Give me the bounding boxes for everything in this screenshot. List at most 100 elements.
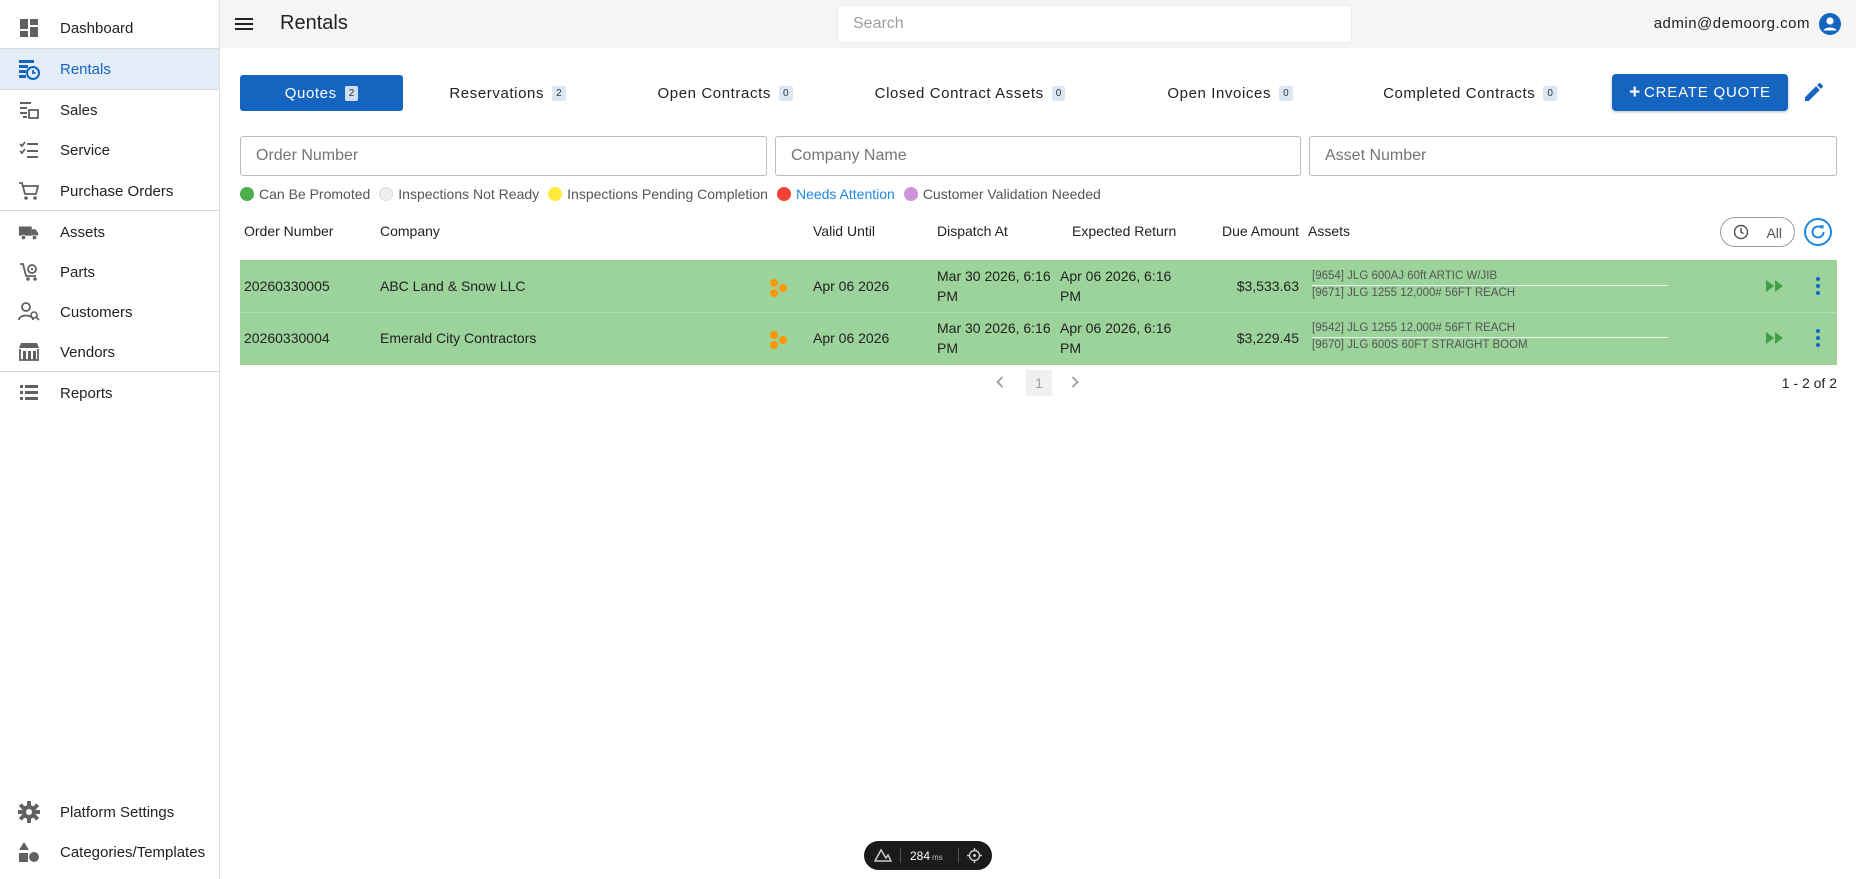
crosshair-icon[interactable] xyxy=(967,848,982,863)
sidebar-item-sales[interactable]: Sales xyxy=(0,90,219,130)
sidebar-item-label: Rentals xyxy=(60,60,111,78)
parts-icon xyxy=(18,261,40,283)
promote-icon[interactable] xyxy=(1764,328,1786,348)
asset-line: [9654] JLG 600AJ 60ft ARTIC W/JIB xyxy=(1312,269,1668,286)
more-options-icon[interactable] xyxy=(1808,327,1828,349)
sidebar-item-label: Assets xyxy=(60,223,106,241)
sidebar-item-label: Purchase Orders xyxy=(60,182,174,200)
table-row[interactable]: 20260330004 Emerald City Contractors Apr… xyxy=(240,313,1837,365)
column-header-company[interactable]: Company xyxy=(380,223,440,239)
valid-until-cell: Apr 06 2026 xyxy=(813,278,890,294)
user-email[interactable]: admin@demoorg.com xyxy=(1654,15,1810,32)
tab-count-badge: 0 xyxy=(1051,85,1066,101)
legend-label: Can Be Promoted xyxy=(259,186,371,202)
more-options-icon[interactable] xyxy=(1808,275,1828,297)
table-row[interactable]: 20260330005 ABC Land & Snow LLC Apr 06 2… xyxy=(240,260,1837,312)
legend-item-inspections-not-ready: Inspections Not Ready xyxy=(379,186,539,202)
search-input[interactable] xyxy=(837,5,1352,43)
chevron-right-icon[interactable] xyxy=(1065,372,1085,392)
sidebar-item-purchase-orders[interactable]: Purchase Orders xyxy=(0,171,219,211)
tab-count-badge: 2 xyxy=(344,85,359,101)
legend-item-needs-attention[interactable]: Needs Attention xyxy=(776,186,895,202)
yellow-dot-icon xyxy=(548,187,563,201)
sidebar-item-label: Parts xyxy=(60,263,96,281)
sidebar-item-service[interactable]: Service xyxy=(0,130,219,170)
tab-open-contracts[interactable]: Open Contracts 0 xyxy=(630,75,820,111)
column-header-valid-until[interactable]: Valid Until xyxy=(813,223,875,239)
column-header-assets[interactable]: Assets xyxy=(1308,223,1350,239)
date-filter-toggle[interactable]: All xyxy=(1720,217,1795,247)
row-divider xyxy=(240,312,1837,313)
sidebar-item-label: Reports xyxy=(60,384,113,402)
column-header-order-number[interactable]: Order Number xyxy=(244,223,333,239)
tab-label: Completed Contracts xyxy=(1383,84,1536,102)
tab-label: Quotes xyxy=(284,84,337,102)
tab-open-invoices[interactable]: Open Invoices 0 xyxy=(1140,75,1320,111)
plus-icon: + xyxy=(1629,81,1642,103)
rentals-icon xyxy=(18,58,40,80)
sidebar-item-customers[interactable]: Customers xyxy=(0,292,219,332)
green-dot-icon xyxy=(240,187,254,201)
legend-item-inspections-pending: Inspections Pending Completion xyxy=(548,186,768,202)
legend-item-can-be-promoted: Can Be Promoted xyxy=(240,186,370,202)
sidebar-item-label: Platform Settings xyxy=(60,803,175,821)
create-quote-button[interactable]: + CREATE QUOTE xyxy=(1612,74,1788,111)
grey-dot-icon xyxy=(379,187,394,201)
promote-icon[interactable] xyxy=(1764,276,1786,296)
date-filter-label: All xyxy=(1766,225,1782,241)
tab-label: Reservations xyxy=(449,84,545,102)
tab-completed-contracts[interactable]: Completed Contracts 0 xyxy=(1365,75,1575,111)
asset-number-filter[interactable] xyxy=(1309,136,1837,176)
column-header-expected-return[interactable]: Expected Return xyxy=(1072,223,1176,239)
sidebar-item-categories-templates[interactable]: Categories/Templates xyxy=(0,832,219,872)
reports-icon xyxy=(18,382,40,404)
status-indicator-icon xyxy=(769,330,789,350)
column-header-due-amount[interactable]: Due Amount xyxy=(1222,223,1299,239)
perf-divider xyxy=(900,848,901,863)
sidebar-item-label: Dashboard xyxy=(60,19,134,37)
refresh-button[interactable] xyxy=(1804,218,1832,246)
sidebar-item-platform-settings[interactable]: Platform Settings xyxy=(0,792,219,832)
cart-icon xyxy=(18,180,40,202)
tab-label: Open Invoices xyxy=(1167,84,1272,102)
company-name-filter[interactable] xyxy=(775,136,1301,176)
company-cell[interactable]: Emerald City Contractors xyxy=(380,330,536,346)
legend-label[interactable]: Needs Attention xyxy=(796,186,895,202)
categories-icon xyxy=(18,841,40,863)
asset-line: [9671] JLG 1255 12,000# 56FT REACH xyxy=(1312,287,1516,299)
tab-closed-contract-assets[interactable]: Closed Contract Assets 0 xyxy=(860,75,1080,111)
account-icon[interactable] xyxy=(1818,12,1842,36)
page-number[interactable]: 1 xyxy=(1026,370,1052,396)
tab-reservations[interactable]: Reservations 2 xyxy=(425,75,590,111)
sidebar-item-label: Vendors xyxy=(60,343,116,361)
legend-label: Inspections Pending Completion xyxy=(567,186,768,202)
sidebar-item-parts[interactable]: Parts xyxy=(0,252,219,292)
sidebar-item-dashboard[interactable]: Dashboard xyxy=(0,8,219,48)
order-number-filter[interactable] xyxy=(240,136,767,176)
due-amount-cell: $3,229.45 xyxy=(1236,330,1299,346)
sidebar-item-label: Categories/Templates xyxy=(60,843,206,861)
sidebar-item-vendors[interactable]: Vendors xyxy=(0,332,219,372)
vendors-icon xyxy=(18,341,40,363)
order-number-cell[interactable]: 20260330005 xyxy=(244,278,330,294)
assets-cell: [9654] JLG 600AJ 60ft ARTIC W/JIB [9671]… xyxy=(1312,269,1668,303)
menu-icon[interactable] xyxy=(232,12,256,36)
sidebar-divider xyxy=(0,210,219,211)
sales-icon xyxy=(18,99,40,121)
tab-quotes[interactable]: Quotes 2 xyxy=(240,75,403,111)
sidebar-item-assets[interactable]: Assets xyxy=(0,212,219,252)
column-header-dispatch-at[interactable]: Dispatch At xyxy=(937,223,1008,239)
expected-return-cell: Apr 06 2026, 6:16 PM xyxy=(1060,320,1172,356)
clock-icon xyxy=(1733,224,1749,240)
tab-count-badge: 0 xyxy=(1543,85,1557,101)
chevron-left-icon[interactable] xyxy=(990,372,1010,392)
edit-pencil-icon[interactable] xyxy=(1802,80,1826,104)
perf-badge[interactable]: 284 ms xyxy=(864,841,992,870)
order-number-cell[interactable]: 20260330004 xyxy=(244,330,330,346)
company-cell[interactable]: ABC Land & Snow LLC xyxy=(380,278,526,294)
top-bar: Rentals admin@demoorg.com xyxy=(220,0,1856,48)
sidebar-item-rentals[interactable]: Rentals xyxy=(0,49,219,89)
sidebar-item-label: Sales xyxy=(60,101,98,119)
sidebar-item-reports[interactable]: Reports xyxy=(0,373,219,413)
truck-icon xyxy=(18,221,40,243)
